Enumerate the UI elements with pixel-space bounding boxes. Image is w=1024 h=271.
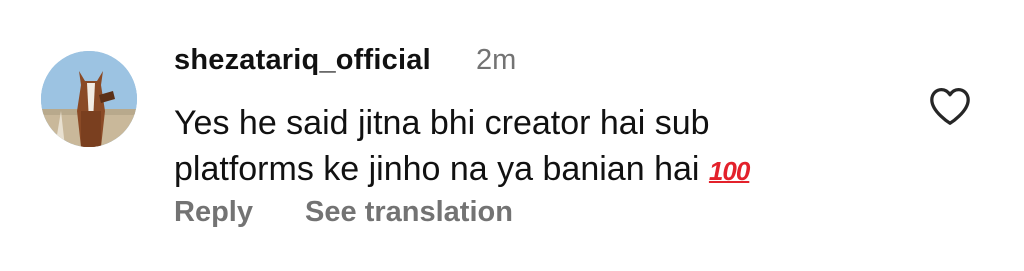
comment-username[interactable]: shezatariq_official bbox=[174, 44, 431, 77]
see-translation-button[interactable]: See translation bbox=[305, 196, 513, 228]
comment-timestamp: 2m bbox=[476, 44, 517, 76]
comment-text: Yes he said jitna bhi creator hai sub pl… bbox=[174, 100, 874, 194]
hundred-points-emoji: 100 bbox=[708, 156, 750, 186]
comment-text-line-2: platforms ke jinho na ya banian hai bbox=[174, 150, 700, 188]
like-button[interactable] bbox=[928, 86, 972, 126]
user-avatar[interactable] bbox=[41, 51, 137, 147]
comment-actions: Reply See translation bbox=[174, 196, 513, 229]
heart-outline-icon bbox=[930, 88, 970, 125]
comment-text-line-1: Yes he said jitna bhi creator hai sub bbox=[174, 104, 710, 142]
comment-item: shezatariq_official 2m Yes he said jitna… bbox=[0, 0, 1024, 271]
horse-avatar-icon bbox=[41, 51, 137, 147]
reply-button[interactable]: Reply bbox=[174, 196, 253, 228]
